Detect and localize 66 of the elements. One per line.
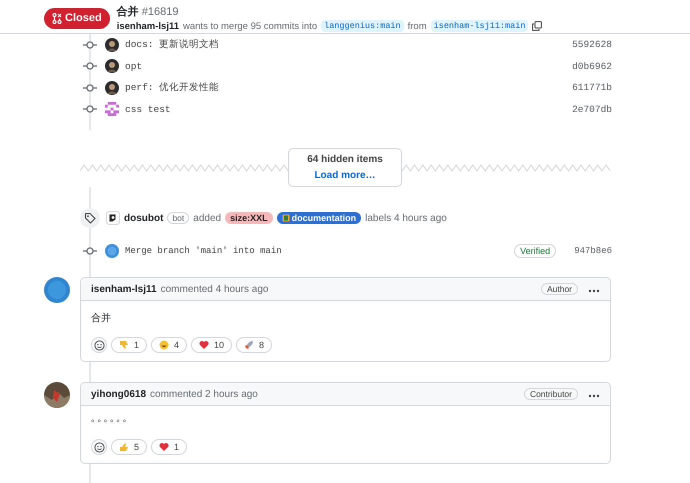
- comment-body: 合并: [91, 312, 112, 325]
- from-text: from: [408, 20, 427, 32]
- comment-author[interactable]: isenham-lsj11: [91, 284, 157, 294]
- pr-title: 合并: [116, 6, 139, 18]
- commit-sha[interactable]: d0b6962: [572, 60, 612, 72]
- book-icon: [282, 214, 290, 222]
- author-link[interactable]: isenham-lsj11: [116, 20, 179, 32]
- smiley-icon: [94, 340, 104, 350]
- reaction-button[interactable]: 8: [236, 337, 272, 353]
- commit-node-icon: [83, 61, 97, 72]
- add-reaction-button[interactable]: [91, 439, 107, 455]
- more-icon: [588, 394, 600, 398]
- commit-message[interactable]: Merge branch 'main' into main: [125, 246, 282, 256]
- avatar[interactable]: [44, 382, 70, 408]
- role-badge: Author: [540, 283, 578, 295]
- role-badge: Contributor: [524, 388, 578, 400]
- branch-link[interactable]: isenham-lsj11:main: [430, 20, 528, 32]
- reaction-button[interactable]: 4: [151, 337, 188, 353]
- heart-icon: [159, 442, 170, 452]
- commit-node-icon: [83, 40, 97, 50]
- pull-request-closed-icon: [52, 12, 62, 24]
- hidden-items-count: 64 hidden items: [307, 154, 383, 165]
- avatar[interactable]: [106, 211, 120, 225]
- commit-message[interactable]: perf: 优化开发性能: [125, 82, 220, 94]
- heart-icon: [199, 340, 210, 350]
- avatar[interactable]: [105, 38, 119, 52]
- reaction-button[interactable]: 1: [151, 439, 188, 455]
- comment-time: commented 2 hours ago: [150, 388, 258, 400]
- commit-message[interactable]: css test: [125, 104, 171, 115]
- commit-node-icon: [83, 82, 97, 93]
- reaction-button[interactable]: 10: [191, 337, 232, 353]
- commit-message[interactable]: docs: 更新说明文档: [125, 39, 220, 50]
- pr-number: #16819: [142, 6, 178, 18]
- label-tag[interactable]: documentation: [276, 212, 362, 224]
- commit-sha[interactable]: 611771b: [572, 82, 612, 94]
- commit-node-icon: [83, 246, 97, 256]
- thumbs-down-icon: [119, 340, 129, 350]
- event-time: labels 4 hours ago: [365, 212, 447, 224]
- comment-body: ◦ ◦ ◦ ◦ ◦ ◦: [91, 416, 128, 427]
- reaction-button[interactable]: 1: [111, 337, 148, 353]
- reaction-button[interactable]: 5: [111, 439, 148, 455]
- add-reaction-button[interactable]: [91, 337, 107, 353]
- load-more-link[interactable]: Load more…: [314, 170, 376, 181]
- commit-sha[interactable]: 2e707db: [572, 104, 612, 115]
- smiley-icon: [94, 442, 104, 452]
- commit-sha[interactable]: 947b8e6: [574, 246, 612, 256]
- label-tag[interactable]: size:XXL: [225, 212, 273, 224]
- copy-icon[interactable]: [532, 21, 542, 31]
- more-icon: [588, 289, 600, 293]
- commit-node-icon: [83, 104, 97, 114]
- bot-badge: bot: [167, 212, 190, 224]
- comment-time: commented 4 hours ago: [160, 284, 268, 294]
- commit-message[interactable]: opt: [125, 60, 142, 72]
- smiley-face-icon: [159, 340, 170, 350]
- avatar[interactable]: [105, 59, 119, 74]
- status-badge: Closed: [44, 8, 110, 28]
- commit-sha[interactable]: 5592628: [572, 39, 612, 50]
- branch-link[interactable]: langgenius:main: [321, 20, 404, 32]
- rocket-icon: [244, 340, 254, 350]
- event-verb: added: [193, 212, 222, 224]
- verified-badge[interactable]: Verified: [514, 244, 556, 258]
- avatar[interactable]: [105, 80, 119, 95]
- merge-summary: wants to merge 95 commits into: [183, 20, 318, 32]
- actor-name[interactable]: dosubot: [124, 212, 164, 224]
- thumbs-up-icon: [119, 442, 129, 452]
- comment-author[interactable]: yihong0618: [91, 388, 146, 400]
